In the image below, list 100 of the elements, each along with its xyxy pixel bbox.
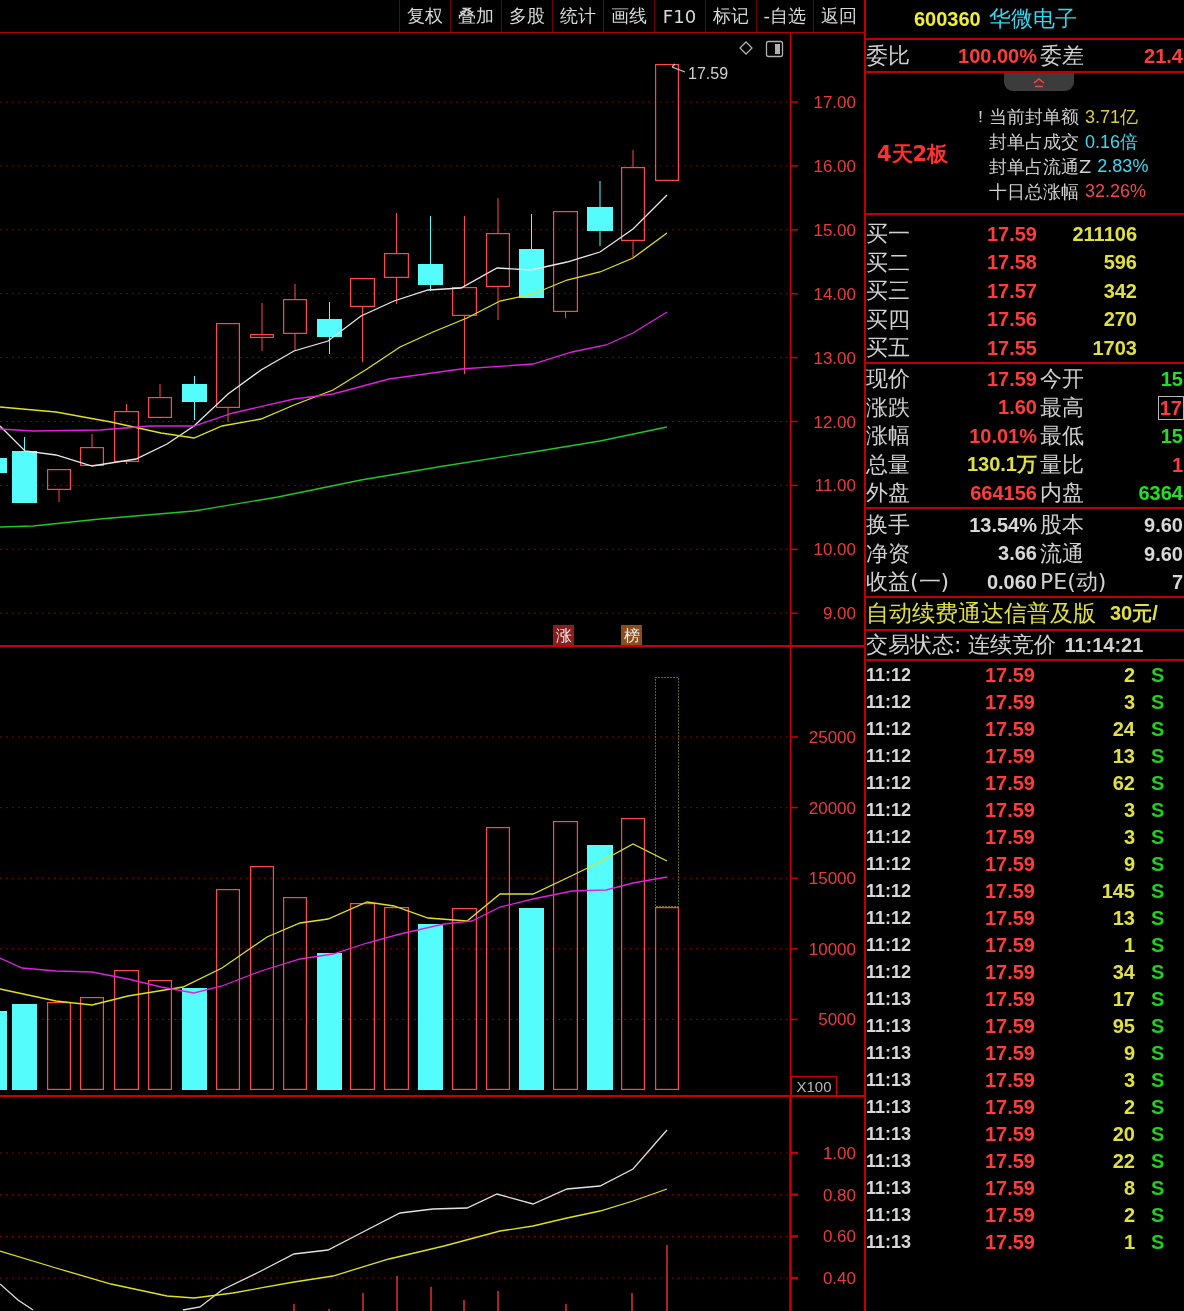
- tick-volume: 2: [1123, 1204, 1135, 1227]
- bid-volume: 1703: [1092, 336, 1137, 360]
- tick-side: S: [1150, 1177, 1165, 1200]
- tick-price: 17.59: [984, 718, 1035, 741]
- tick-time: 11:13: [866, 1097, 913, 1118]
- tick-price: 17.59: [984, 1150, 1035, 1173]
- field-label: 委比: [866, 42, 910, 71]
- axis-label: 10.00: [813, 540, 856, 560]
- field-value: 15: [1159, 425, 1184, 448]
- tick-volume: 95: [1112, 1015, 1135, 1038]
- tick-time: 11:12: [866, 881, 913, 902]
- tick-price: 17.59: [984, 745, 1035, 768]
- seal-value: 0.16倍: [1085, 130, 1139, 154]
- axis-label: 14.00: [813, 284, 856, 304]
- rising-candle: [148, 383, 172, 418]
- streak-label: 4天2板: [876, 141, 949, 168]
- field-label: 总量: [866, 450, 910, 479]
- tick-volume: 9: [1123, 1042, 1135, 1065]
- tick-volume: 1: [1123, 1231, 1135, 1254]
- tick-price: 17.59: [984, 961, 1035, 984]
- tick-time: 11:12: [866, 692, 913, 713]
- field-value: 15: [1159, 368, 1184, 390]
- field-label: 现价: [866, 365, 910, 393]
- field-value: 664156: [970, 481, 1037, 505]
- chevron-up-icon: [1032, 76, 1046, 88]
- tick-side: S: [1150, 826, 1165, 849]
- tick-time: 11:13: [866, 1043, 913, 1064]
- tick-side: S: [1150, 745, 1165, 768]
- field-value: 17: [1157, 395, 1184, 420]
- tick-volume: 3: [1123, 799, 1135, 822]
- tick-side: S: [1150, 664, 1165, 687]
- tick-volume: 22: [1112, 1150, 1135, 1173]
- axis-label: 0.60: [822, 1227, 856, 1247]
- tick-side: S: [1150, 961, 1165, 984]
- axis-label: 1.00: [822, 1144, 856, 1163]
- axis-label: 15.00: [813, 220, 856, 240]
- bid-volume: 596: [1103, 251, 1137, 275]
- field-label: 量比: [1039, 450, 1084, 479]
- bid-volume: 211106: [1072, 222, 1137, 246]
- axis-label: 5000: [818, 1010, 856, 1030]
- tick-price: 17.59: [984, 772, 1035, 795]
- tick-side: S: [1150, 853, 1165, 876]
- tick-side: S: [1150, 1096, 1165, 1119]
- field-label: 收益(一): [866, 568, 950, 597]
- axis-label: 0.80: [822, 1185, 856, 1205]
- tick-price: 17.59: [984, 1069, 1035, 1092]
- field-label: 外盘: [866, 479, 910, 508]
- status-time: 11:14:21: [1064, 633, 1144, 657]
- field-value: 0.060: [986, 570, 1037, 594]
- tick-time: 11:13: [866, 1016, 913, 1037]
- tick-side: S: [1150, 1015, 1165, 1038]
- tick-volume: 8: [1123, 1177, 1135, 1200]
- tick-price: 17.59: [984, 664, 1035, 687]
- stock-name: 华微电子: [988, 5, 1077, 33]
- field-label: 内盘: [1039, 479, 1084, 508]
- tick-time: 11:12: [866, 908, 913, 929]
- falling-candle: [12, 436, 37, 504]
- chart-marker: 榜: [621, 625, 642, 645]
- axis-label: 17.00: [813, 93, 856, 112]
- field-label: 委差: [1039, 42, 1084, 71]
- bid-label: 买五: [866, 334, 910, 363]
- tick-volume: 17: [1112, 988, 1135, 1011]
- field-value: 1.60: [998, 396, 1037, 420]
- tick-volume: 13: [1112, 907, 1135, 930]
- tick-price: 17.59: [984, 934, 1035, 957]
- tick-volume: 2: [1123, 664, 1135, 687]
- field-value: 130.1万: [966, 452, 1037, 478]
- axis-label: 16.00: [813, 156, 856, 176]
- field-label: 换手: [866, 511, 910, 539]
- axis-label: 20000: [808, 798, 856, 818]
- field-value: 1: [1170, 453, 1184, 476]
- field-value: 21.4: [1143, 45, 1184, 68]
- tick-side: S: [1150, 691, 1165, 714]
- tick-time: 11:12: [866, 962, 913, 983]
- field-label: 流通: [1039, 539, 1084, 568]
- bid-label: 买三: [866, 277, 910, 306]
- field-value: 9.60: [1143, 514, 1184, 536]
- trade-status: 交易状态: 连续竞价: [866, 631, 1057, 659]
- collapse-button[interactable]: [1004, 73, 1074, 91]
- tick-time: 11:12: [866, 800, 913, 821]
- seal-label: 当前封单额: [989, 104, 1079, 129]
- tick-volume: 13: [1112, 745, 1135, 768]
- tick-price: 17.59: [984, 1015, 1035, 1038]
- tick-price: 17.59: [984, 1231, 1035, 1254]
- tick-price: 17.59: [984, 1123, 1035, 1146]
- diamond-icon: [739, 41, 753, 55]
- tick-side: S: [1150, 1042, 1165, 1065]
- tick-price: 17.59: [984, 1042, 1035, 1065]
- tick-time: 11:12: [866, 773, 913, 794]
- bid-price: 17.56: [986, 308, 1037, 332]
- field-value: 9.60: [1143, 542, 1184, 565]
- tick-side: S: [1150, 772, 1165, 795]
- tick-volume: 24: [1112, 718, 1135, 741]
- bid-price: 17.55: [986, 336, 1037, 360]
- bid-volume: 342: [1103, 279, 1137, 303]
- axis-label: 9.00: [822, 604, 856, 624]
- rising-candle: [114, 403, 139, 465]
- tick-side: S: [1150, 718, 1165, 741]
- last-price-label: 17.59: [688, 65, 729, 82]
- falling-candle: [587, 180, 613, 247]
